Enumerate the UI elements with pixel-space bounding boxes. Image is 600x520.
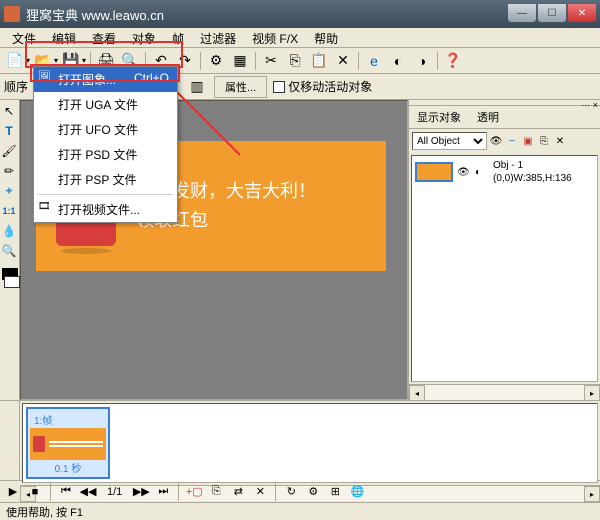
only-move-checkbox[interactable] — [273, 81, 285, 93]
cut-button[interactable]: ✂ — [260, 50, 282, 72]
object-panel: ··· × 显示对象 透明 All Object 👁 − ▣ ⎘ ✕ 👁 ◐ O… — [408, 100, 600, 400]
help-button[interactable]: ❓ — [442, 50, 464, 72]
open-ufo-item[interactable]: 打开 UFO 文件 — [34, 117, 177, 142]
window-title: 狸窝宝典 www.leawo.cn — [26, 5, 506, 24]
object-thumbnail — [415, 162, 453, 182]
vertical-toolbar: ↖ T 🖌 ✏ ✦ 1:1 💧 🔍 — [0, 100, 20, 400]
globe-button[interactable]: 🌐 — [348, 483, 366, 501]
stop-button[interactable]: ■ — [26, 483, 44, 501]
open-image-item[interactable]: 🖼 打开图象... Ctrl+O — [34, 67, 177, 92]
object-info: Obj - 1 (0,0)W:385,H:136 — [493, 159, 572, 185]
scroll-right-icon[interactable]: ▸ — [584, 385, 600, 401]
tile-button[interactable]: ▦ — [229, 50, 251, 72]
properties-button[interactable]: 属性... — [214, 76, 267, 98]
prev-frame-button[interactable]: ◀◀ — [79, 483, 97, 501]
open-psd-item[interactable]: 打开 PSD 文件 — [34, 142, 177, 167]
last-frame-button[interactable]: ⏭ — [154, 483, 172, 501]
open-uga-item[interactable]: 打开 UGA 文件 — [34, 92, 177, 117]
status-bar: 使用帮助, 按 F1 — [0, 502, 600, 520]
frame-thumbnail — [30, 428, 106, 460]
video-icon: 🎞 — [38, 201, 52, 215]
frame-1[interactable]: 1:帧 0.1 秒 — [26, 407, 110, 479]
timeline-frames[interactable]: 1:帧 0.1 秒 — [22, 403, 598, 483]
settings2-button[interactable]: ⊞ — [326, 483, 344, 501]
open-video-item[interactable]: 🎞 打开视频文件... — [34, 197, 177, 222]
menu-filter[interactable]: 过滤器 — [192, 28, 244, 47]
lock-icon[interactable]: ◐ — [475, 167, 489, 178]
menu-view[interactable]: 查看 — [84, 28, 124, 47]
minus-icon[interactable]: − — [505, 134, 519, 148]
timeline-panel: 1:帧 0.1 秒 ◂ ▸ — [0, 400, 600, 480]
menu-file[interactable]: 文件 — [4, 28, 44, 47]
visibility-icon[interactable]: 👁 — [457, 167, 471, 178]
effect2-button[interactable]: ◑ — [411, 50, 433, 72]
menu-object[interactable]: 对象 — [124, 28, 164, 47]
settings-button[interactable]: ⚙ — [304, 483, 322, 501]
add-frame-button[interactable]: +▢ — [185, 483, 203, 501]
object-filter-combo[interactable]: All Object — [412, 132, 487, 150]
optimize-button[interactable]: ⚙ — [205, 50, 227, 72]
del-obj-icon[interactable]: ✕ — [553, 134, 567, 148]
zoom-button[interactable]: 1:1 — [0, 202, 18, 220]
background-color[interactable] — [4, 276, 20, 288]
open-dropdown-menu: 🖼 打开图象... Ctrl+O 打开 UGA 文件 打开 UFO 文件 打开 … — [33, 66, 178, 223]
text-tool[interactable]: T — [0, 122, 18, 140]
brush-tool[interactable]: 🖌 — [0, 142, 18, 160]
image-icon: 🖼 — [38, 71, 52, 85]
del-frame-button[interactable]: ✕ — [251, 483, 269, 501]
menu-help[interactable]: 帮助 — [306, 28, 346, 47]
minimize-button[interactable]: — — [508, 4, 536, 22]
object-list[interactable]: 👁 ◐ Obj - 1 (0,0)W:385,H:136 — [411, 155, 598, 382]
wand-tool[interactable]: ✦ — [0, 182, 18, 200]
zoom-tool[interactable]: 🔍 — [0, 242, 18, 260]
paste-button[interactable]: 📋 — [308, 50, 330, 72]
menu-video[interactable]: 视频 F/X — [244, 28, 306, 47]
scroll-left-icon[interactable]: ◂ — [409, 385, 425, 401]
panel-hscroll[interactable]: ◂ ▸ — [409, 384, 600, 400]
eyedropper-tool[interactable]: 💧 — [0, 222, 18, 240]
scroll-right-icon[interactable]: ▸ — [584, 486, 600, 502]
transparent-tab[interactable]: 透明 — [469, 106, 507, 128]
menu-frame[interactable]: 帧 — [164, 28, 192, 47]
eye-icon[interactable]: 👁 — [489, 134, 503, 148]
tween-button[interactable]: ⇄ — [229, 483, 247, 501]
effect1-button[interactable]: ◐ — [387, 50, 409, 72]
frame-counter: 1/1 — [101, 486, 128, 498]
object-row[interactable]: 👁 ◐ Obj - 1 (0,0)W:385,H:136 — [412, 156, 597, 188]
play-button[interactable]: ▶ — [4, 483, 22, 501]
only-move-label: 仅移动活动对象 — [288, 78, 372, 95]
maximize-button[interactable]: ☐ — [538, 4, 566, 22]
layer3-button[interactable]: ▥ — [186, 76, 208, 98]
pointer-tool[interactable]: ↖ — [0, 102, 18, 120]
copy-button[interactable]: ⎘ — [284, 50, 306, 72]
dup-frame-button[interactable]: ⎘ — [207, 483, 225, 501]
app-icon — [4, 6, 20, 22]
menu-edit[interactable]: 编辑 — [44, 28, 84, 47]
add-obj-icon[interactable]: ▣ — [521, 134, 535, 148]
delete-button[interactable]: ✕ — [332, 50, 354, 72]
marker-tool[interactable]: ✏ — [0, 162, 18, 180]
show-object-tab[interactable]: 显示对象 — [409, 106, 469, 128]
first-frame-button[interactable]: ⏮ — [57, 483, 75, 501]
new-button[interactable]: 📄 — [4, 50, 26, 72]
loop-button[interactable]: ↻ — [282, 483, 300, 501]
next-frame-button[interactable]: ▶▶ — [132, 483, 150, 501]
menubar: 文件 编辑 查看 对象 帧 过滤器 视频 F/X 帮助 — [0, 28, 600, 48]
browser-button[interactable]: e — [363, 50, 385, 72]
order-label: 顺序 — [4, 78, 28, 95]
close-button[interactable]: ✕ — [568, 4, 596, 22]
open-psp-item[interactable]: 打开 PSP 文件 — [34, 167, 177, 192]
dup-obj-icon[interactable]: ⎘ — [537, 134, 551, 148]
